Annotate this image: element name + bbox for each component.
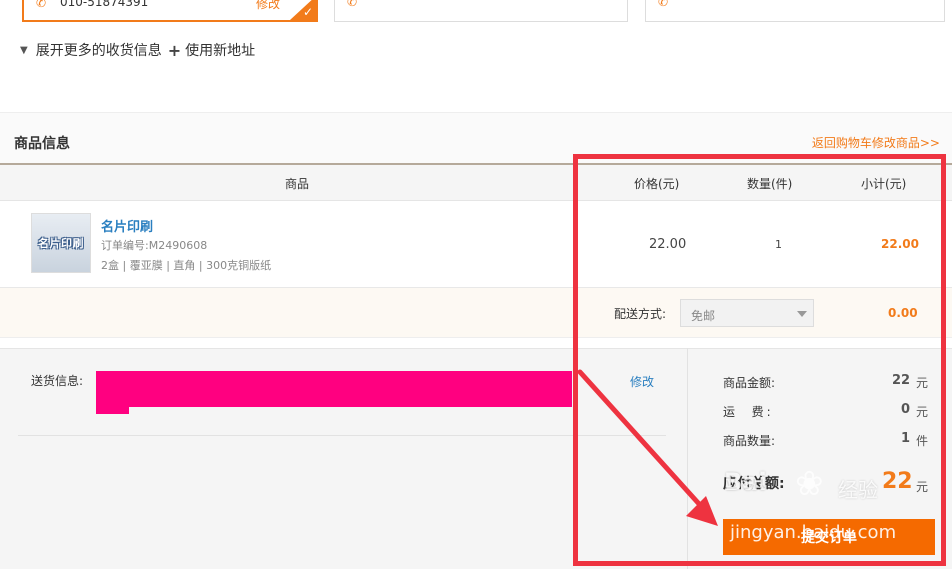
redacted-address-tail xyxy=(96,405,129,414)
chevron-down-icon xyxy=(797,311,807,317)
check-icon: ✓ xyxy=(302,5,313,19)
section-header xyxy=(0,112,952,164)
amount-unit: 元 xyxy=(916,376,929,390)
product-name[interactable]: 名片印刷 xyxy=(101,216,153,235)
watermark-logo: Bai xyxy=(724,468,767,496)
watermark-brand: 经验 xyxy=(838,478,878,502)
header-qty: 数量(件) xyxy=(747,177,793,191)
redacted-address xyxy=(96,371,572,407)
address-card-2[interactable]: ✆ xyxy=(334,0,628,22)
address-actions: ▼ 展开更多的收货信息 + 使用新地址 xyxy=(20,40,255,60)
header-subtotal: 小计(元) xyxy=(861,177,907,191)
amount-label: 商品金额: xyxy=(723,376,776,390)
double-chevron-down-icon[interactable]: ▼ xyxy=(20,45,28,56)
new-address-link[interactable]: 使用新地址 xyxy=(185,40,255,60)
address-card-3[interactable]: ✆ xyxy=(645,0,945,22)
product-price: 22.00 xyxy=(649,237,687,252)
shipping-fee: 0.00 xyxy=(888,306,918,320)
address-edit-link[interactable]: 修改 xyxy=(256,0,280,12)
freight-unit: 元 xyxy=(916,405,929,419)
paw-icon: ❀ xyxy=(795,464,824,504)
product-specs: 2盒 | 覆亚膜 | 直角 | 300克铜版纸 xyxy=(101,259,272,272)
delivery-info-label: 送货信息: xyxy=(31,374,84,388)
checkout-page: ✆ 010-51874391 修改 ✓ ✆ ✆ ▼ 展开更多的收货信息 + 使用… xyxy=(0,0,952,569)
expand-address-link[interactable]: 展开更多的收货信息 xyxy=(36,40,162,60)
amount-value: 22 xyxy=(892,373,911,388)
total-unit: 元 xyxy=(916,480,929,494)
header-price: 价格(元) xyxy=(634,177,680,191)
footer-divider xyxy=(18,435,666,436)
watermark-url: jingyan.baidu.com xyxy=(730,522,897,543)
section-title: 商品信息 xyxy=(14,136,70,152)
product-subtotal: 22.00 xyxy=(881,237,919,251)
shipping-selected-value: 免邮 xyxy=(691,309,716,323)
header-product: 商品 xyxy=(285,177,310,191)
thumbnail-text: 名片印刷 xyxy=(38,237,84,250)
table-header xyxy=(0,165,952,201)
summary-separator xyxy=(687,348,688,569)
address-card-selected[interactable]: ✆ 010-51874391 修改 ✓ xyxy=(22,0,318,22)
phone-icon: ✆ xyxy=(36,0,47,10)
product-order-number: 订单编号:M2490608 xyxy=(101,239,208,252)
count-unit: 件 xyxy=(916,434,929,448)
delivery-modify-link[interactable]: 修改 xyxy=(630,373,654,390)
phone-icon: ✆ xyxy=(658,0,669,9)
back-to-cart-link[interactable]: 返回购物车修改商品>> xyxy=(812,134,940,151)
shipping-method-select[interactable]: 免邮 xyxy=(680,299,814,327)
plus-icon[interactable]: + xyxy=(168,41,181,60)
product-thumbnail[interactable]: 名片印刷 xyxy=(31,213,91,273)
count-label: 商品数量: xyxy=(723,434,776,448)
count-value: 1 xyxy=(901,431,911,446)
freight-value: 0 xyxy=(901,402,911,417)
shipping-label: 配送方式: xyxy=(614,307,667,321)
total-value: 22 xyxy=(882,469,913,494)
phone-icon: ✆ xyxy=(347,0,358,9)
freight-label: 运 费: xyxy=(723,405,774,419)
address-phone: 010-51874391 xyxy=(60,0,149,9)
product-quantity: 1 xyxy=(775,238,782,251)
